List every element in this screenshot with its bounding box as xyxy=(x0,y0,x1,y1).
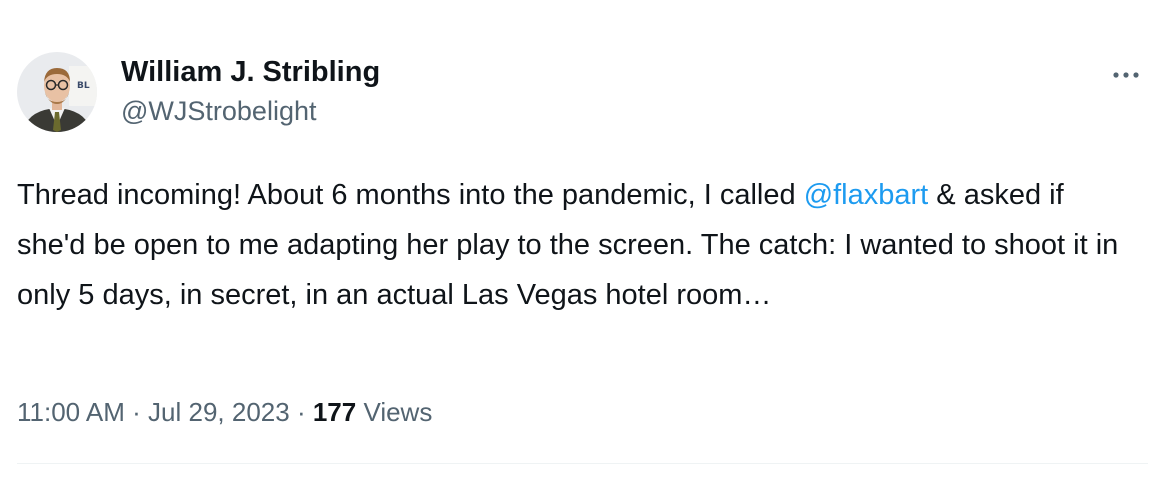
avatar[interactable]: BL xyxy=(17,52,97,132)
more-options-button[interactable] xyxy=(1108,60,1148,90)
author-display-name[interactable]: William J. Stribling xyxy=(121,54,380,90)
tweet-text: Thread incoming! About 6 months into the… xyxy=(17,170,1137,320)
profile-photo-icon: BL xyxy=(17,52,97,132)
meta-separator: · xyxy=(289,397,313,427)
tweet-date[interactable]: Jul 29, 2023 xyxy=(148,397,290,427)
tweet-time[interactable]: 11:00 AM xyxy=(17,397,125,427)
author-handle[interactable]: @WJStrobelight xyxy=(121,94,380,128)
tweet-text-part: Thread incoming! About 6 months into the… xyxy=(17,179,804,211)
divider xyxy=(17,463,1148,464)
author-info: William J. Stribling @WJStrobelight xyxy=(121,54,380,128)
views-label: Views xyxy=(356,397,433,427)
svg-text:BL: BL xyxy=(77,81,90,91)
more-horizontal-icon xyxy=(1113,72,1139,78)
tweet-card: BL William J. Stribling @WJStrobelight T… xyxy=(0,0,1172,488)
meta-separator: · xyxy=(124,397,149,427)
views-count: 177 xyxy=(312,397,357,427)
tweet-meta: 11:00 AM · Jul 29, 2023 · 177 Views xyxy=(17,392,432,432)
mention-link[interactable]: @flaxbart xyxy=(804,179,929,211)
